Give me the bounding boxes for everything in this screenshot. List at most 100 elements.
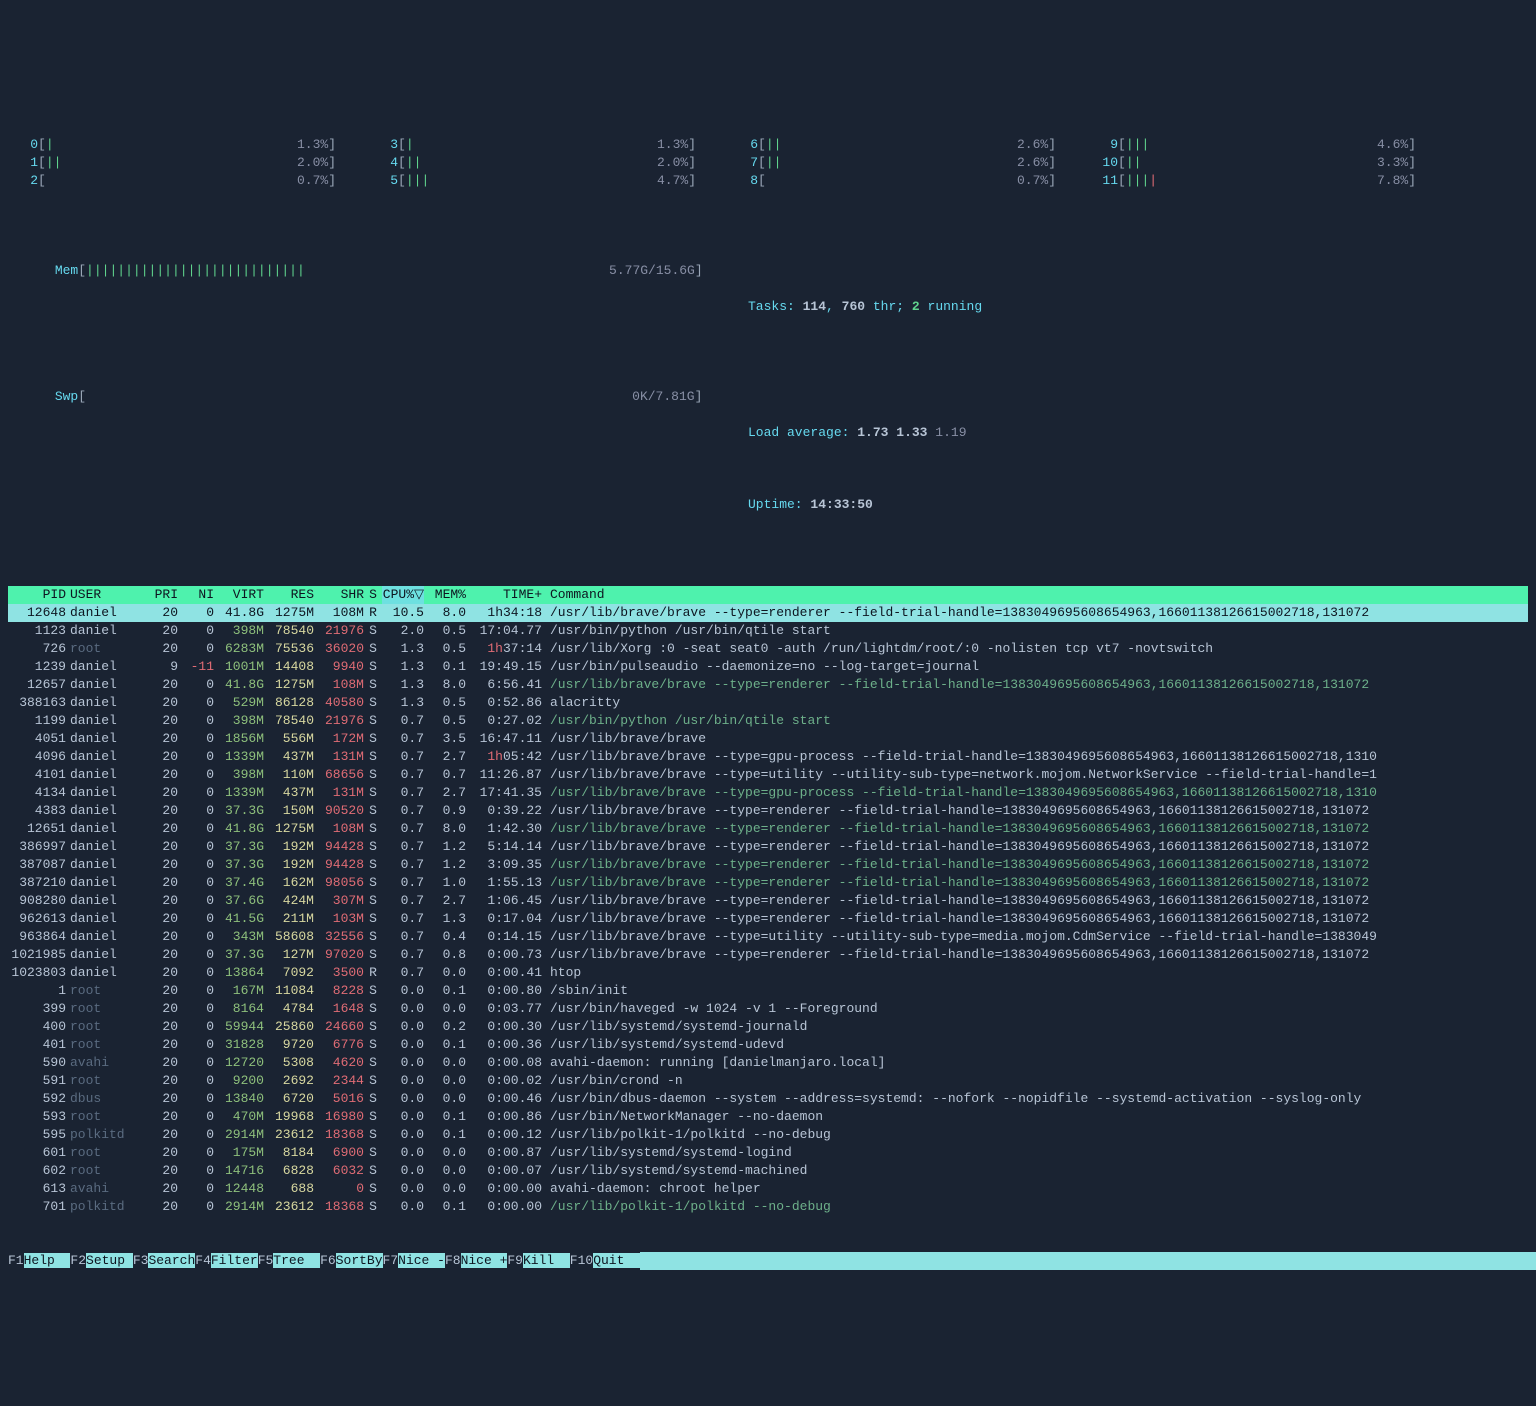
cell-ni: 0 [178,910,214,928]
process-row[interactable]: 4096daniel2001339M437M131MS0.72.71h05:42… [8,748,1528,766]
column-header[interactable]: VIRT [214,586,264,604]
column-header[interactable]: RES [264,586,314,604]
fnkey-label[interactable]: Nice - [398,1253,445,1268]
column-header[interactable]: CPU%▽ [382,586,424,604]
process-row[interactable]: 1199daniel200398M7854021976S0.70.50:27.0… [8,712,1528,730]
process-row[interactable]: 1123daniel200398M7854021976S2.00.517:04.… [8,622,1528,640]
cell-user: daniel [70,712,142,730]
fnkey-label[interactable]: Search [148,1253,195,1268]
process-row[interactable]: 12657daniel20041.8G1275M108MS1.38.06:56.… [8,676,1528,694]
cell-res: 58608 [264,928,314,946]
cell-command: htop [546,964,1528,982]
process-row[interactable]: 726root2006283M7553636020S1.30.51h37:14/… [8,640,1528,658]
cell-res: 192M [264,856,314,874]
process-row[interactable]: 388163daniel200529M8612840580S1.30.50:52… [8,694,1528,712]
cpu-core-pct: 7.8% [1360,172,1408,190]
cell-pid: 963864 [8,928,70,946]
swap-label: Swp [55,389,78,404]
process-row[interactable]: 401root2003182897206776S0.00.10:00.36/us… [8,1036,1528,1054]
cell-virt: 31828 [214,1036,264,1054]
process-row[interactable]: 387210daniel20037.4G162M98056S0.71.01:55… [8,874,1528,892]
cell-pid: 590 [8,1054,70,1072]
process-row[interactable]: 4051daniel2001856M556M172MS0.73.516:47.1… [8,730,1528,748]
process-row[interactable]: 601root200175M81846900S0.00.00:00.87/usr… [8,1144,1528,1162]
cell-mem: 1.2 [424,838,466,856]
process-table[interactable]: PIDUSERPRINIVIRTRESSHRSCPU%▽MEM%TIME+Com… [8,586,1528,1216]
fnkey-label[interactable]: Filter [211,1253,258,1268]
process-row[interactable]: 963864daniel200343M5860832556S0.70.40:14… [8,928,1528,946]
cell-ni: 0 [178,1198,214,1216]
cell-cpu: 0.0 [382,1090,424,1108]
column-header[interactable]: PID [8,586,70,604]
process-row[interactable]: 962613daniel20041.5G211M103MS0.71.30:17.… [8,910,1528,928]
process-row[interactable]: 1021985daniel20037.3G127M97020S0.70.80:0… [8,946,1528,964]
cell-command: /usr/lib/brave/brave --type=renderer --f… [546,946,1528,964]
fnkey-label[interactable]: SortBy [336,1253,383,1268]
fnkey-label[interactable]: Setup [86,1253,133,1268]
column-header[interactable]: PRI [142,586,178,604]
swap-value: 0K/7.81G [632,389,694,404]
process-row[interactable]: 593root200470M1996816980S0.00.10:00.86/u… [8,1108,1528,1126]
cpu-core-label: 2 [8,172,38,190]
cell-pri: 20 [142,604,178,622]
cell-ni: 0 [178,784,214,802]
function-key-bar[interactable]: F1Help F2Setup F3SearchF4FilterF5Tree F6… [8,1252,1528,1270]
process-row[interactable]: 591root200920026922344S0.00.00:00.02/usr… [8,1072,1528,1090]
column-header[interactable]: TIME+ [466,586,546,604]
process-row[interactable]: 4383daniel20037.3G150M90520S0.70.90:39.2… [8,802,1528,820]
process-row[interactable]: 386997daniel20037.3G192M94428S0.71.25:14… [8,838,1528,856]
column-header[interactable]: S [364,586,382,604]
process-row[interactable]: 387087daniel20037.3G192M94428S0.71.23:09… [8,856,1528,874]
column-header[interactable]: USER [70,586,142,604]
cell-command: /usr/lib/polkit-1/polkitd --no-debug [546,1126,1528,1144]
cell-state: S [364,730,382,748]
process-row[interactable]: 701polkitd2002914M2361218368S0.00.10:00.… [8,1198,1528,1216]
fnkey-label[interactable]: Nice + [461,1253,508,1268]
process-row[interactable]: 613avahi200124486880S0.00.00:00.00avahi-… [8,1180,1528,1198]
fnkey-label[interactable]: Quit [593,1253,640,1268]
cell-pri: 20 [142,622,178,640]
cell-ni: 0 [178,1180,214,1198]
process-row[interactable]: 592dbus2001384067205016S0.00.00:00.46/us… [8,1090,1528,1108]
fnkey-label[interactable]: Tree [273,1253,320,1268]
cell-mem: 1.0 [424,874,466,892]
process-row[interactable]: 4134daniel2001339M437M131MS0.72.717:41.3… [8,784,1528,802]
cell-time: 0:00.87 [466,1144,546,1162]
cell-time: 6:56.41 [466,676,546,694]
cell-cpu: 0.0 [382,1018,424,1036]
process-row[interactable]: 400root200599442586024660S0.00.20:00.30/… [8,1018,1528,1036]
process-row[interactable]: 1root200167M110848228S0.00.10:00.80/sbin… [8,982,1528,1000]
column-header[interactable]: SHR [314,586,364,604]
process-row[interactable]: 1239daniel9-111001M144089940S1.30.119:49… [8,658,1528,676]
cell-state: S [364,838,382,856]
cell-pri: 20 [142,694,178,712]
table-header[interactable]: PIDUSERPRINIVIRTRESSHRSCPU%▽MEM%TIME+Com… [8,586,1528,604]
process-row[interactable]: 12648daniel20041.8G1275M108MR10.58.01h34… [8,604,1528,622]
cell-cpu: 0.0 [382,982,424,1000]
cell-mem: 0.1 [424,1036,466,1054]
cell-shr: 36020 [314,640,364,658]
cell-virt: 41.5G [214,910,264,928]
process-row[interactable]: 12651daniel20041.8G1275M108MS0.78.01:42.… [8,820,1528,838]
cell-pri: 20 [142,1108,178,1126]
column-header[interactable]: MEM% [424,586,466,604]
fnkey-label[interactable]: Help [24,1253,71,1268]
column-header[interactable]: Command [546,586,1528,604]
column-header[interactable]: NI [178,586,214,604]
cell-user: daniel [70,946,142,964]
process-row[interactable]: 1023803daniel2001386470923500R0.70.00:00… [8,964,1528,982]
process-row[interactable]: 4101daniel200398M110M68656S0.70.711:26.8… [8,766,1528,784]
process-row[interactable]: 602root2001471668286032S0.00.00:00.07/us… [8,1162,1528,1180]
cell-user: daniel [70,964,142,982]
process-row[interactable]: 595polkitd2002914M2361218368S0.00.10:00.… [8,1126,1528,1144]
fnkey-label[interactable]: Kill [523,1253,570,1268]
cell-res: 78540 [264,622,314,640]
cell-cpu: 0.7 [382,784,424,802]
cell-shr: 94428 [314,838,364,856]
process-row[interactable]: 399root200816447841648S0.00.00:03.77/usr… [8,1000,1528,1018]
cell-pid: 4134 [8,784,70,802]
process-row[interactable]: 908280daniel20037.6G424M307MS0.72.71:06.… [8,892,1528,910]
cell-command: /usr/lib/brave/brave --type=renderer --f… [546,604,1528,622]
process-row[interactable]: 590avahi2001272053084620S0.00.00:00.08av… [8,1054,1528,1072]
cell-virt: 41.8G [214,820,264,838]
